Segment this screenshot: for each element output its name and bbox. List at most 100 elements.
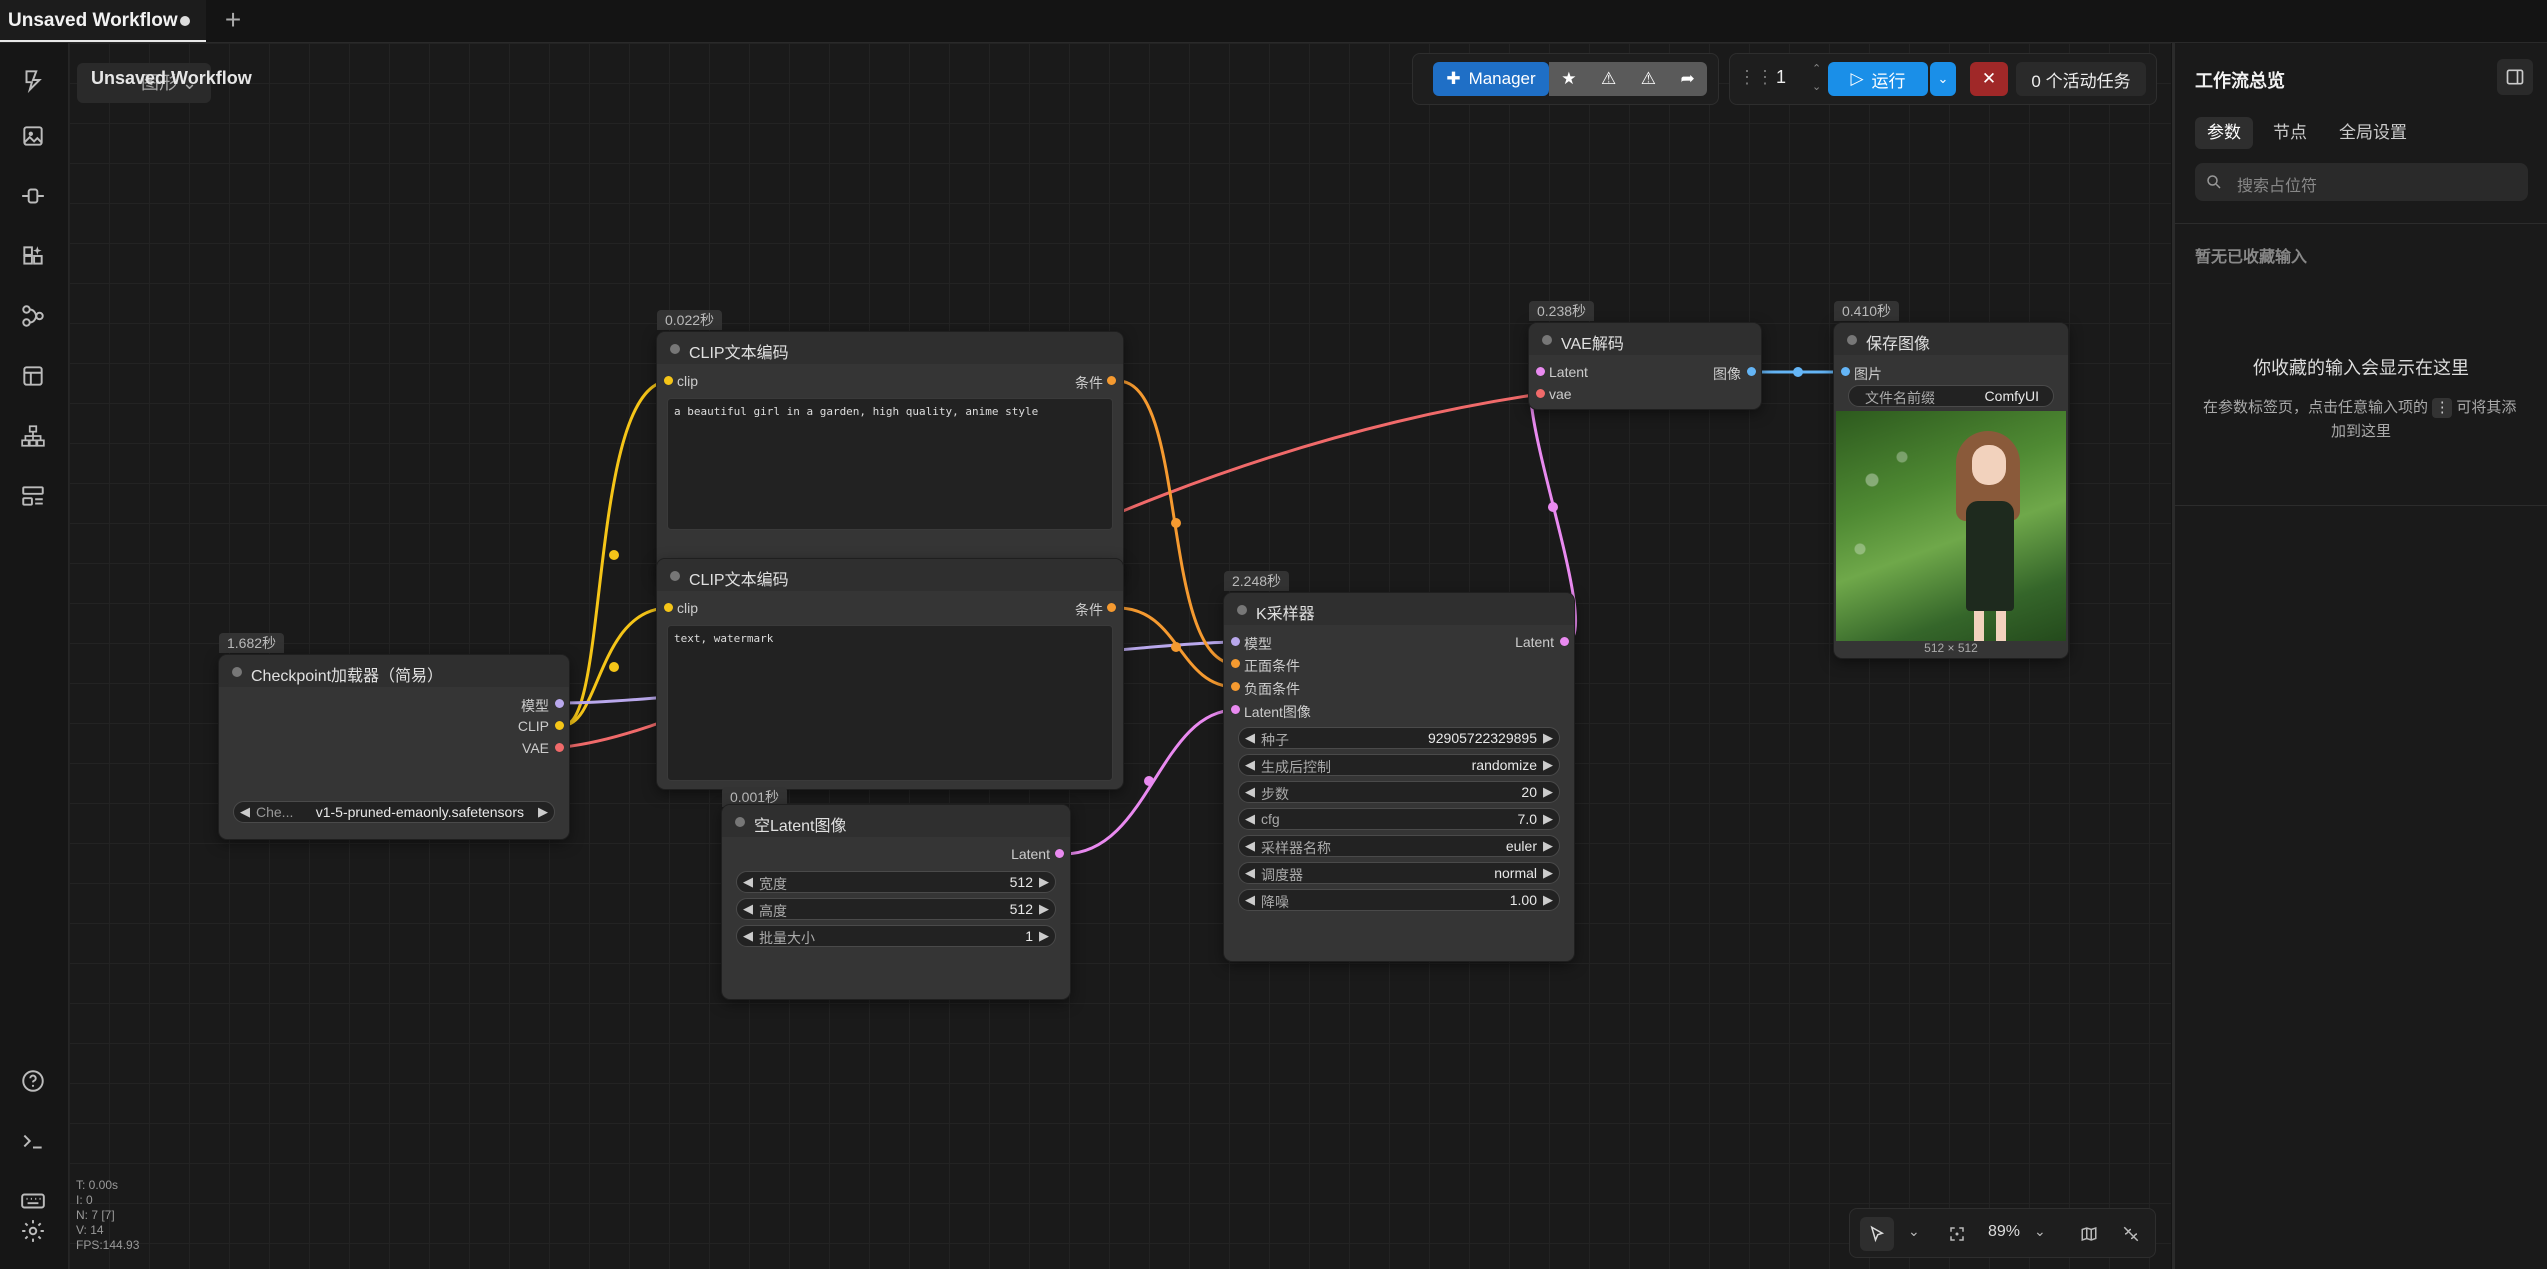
node-header[interactable]: K采样器: [1224, 593, 1574, 625]
decrement-arrow-icon[interactable]: ◀: [1245, 728, 1255, 748]
node-library-icon[interactable]: [18, 241, 48, 271]
input-slot-vae[interactable]: [1536, 389, 1545, 398]
prompt-textarea[interactable]: a beautiful girl in a garden, high quali…: [667, 398, 1113, 530]
width-widget[interactable]: ◀ 宽度 512 ▶: [736, 871, 1056, 893]
prompt-textarea[interactable]: text, watermark: [667, 625, 1113, 781]
graph-canvas[interactable]: ..........图形 ⌄ Unsaved Workflow 0.022秒 C…: [69, 43, 2171, 1269]
node-header[interactable]: Checkpoint加载器（简易）: [219, 655, 569, 687]
input-slot-latent[interactable]: [1536, 367, 1545, 376]
node-clip-text-encode-positive[interactable]: CLIP文本编码 clip 条件 a beautiful girl in a g…: [657, 332, 1123, 578]
increment-arrow-icon[interactable]: ▶: [1543, 809, 1553, 829]
seed-widget[interactable]: ◀ 种子 92905722329895 ▶: [1238, 727, 1560, 749]
layout-icon[interactable]: [18, 481, 48, 511]
mode-dropdown-icon[interactable]: ⌄: [1908, 1223, 1920, 1240]
node-collapse-toggle[interactable]: [670, 344, 680, 354]
output-slot-conditioning[interactable]: [1107, 376, 1116, 385]
node-checkpoint-loader[interactable]: Checkpoint加载器（简易） 模型 CLIP VAE ◀ Che... v…: [219, 655, 569, 839]
batch-count-input[interactable]: 1: [1776, 67, 1786, 88]
link-midpoint[interactable]: [1793, 367, 1803, 377]
link-midpoint[interactable]: [1144, 776, 1154, 786]
decrement-arrow-icon[interactable]: ◀: [240, 802, 250, 822]
sampler-name-widget[interactable]: ◀ 采样器名称 euler ▶: [1238, 835, 1560, 857]
control-after-generate-widget[interactable]: ◀ 生成后控制 randomize ▶: [1238, 754, 1560, 776]
zoom-level[interactable]: 89%: [1988, 1223, 2020, 1241]
denoise-widget[interactable]: ◀ 降噪 1.00 ▶: [1238, 889, 1560, 911]
input-slot-clip[interactable]: [664, 376, 673, 385]
hide-links-icon[interactable]: [2122, 1225, 2140, 1243]
decrement-arrow-icon[interactable]: ◀: [1245, 755, 1255, 775]
fit-view-icon[interactable]: [1948, 1225, 1966, 1243]
input-slot-latent[interactable]: [1231, 705, 1240, 714]
increment-arrow-icon[interactable]: ▶: [1543, 863, 1553, 883]
hierarchy-icon[interactable]: [18, 421, 48, 451]
keyboard-icon[interactable]: [18, 1186, 48, 1216]
generated-image-preview[interactable]: [1836, 411, 2066, 641]
increment-arrow-icon[interactable]: ▶: [1039, 899, 1049, 919]
node-collapse-toggle[interactable]: [1542, 335, 1552, 345]
decrement-arrow-icon[interactable]: ◀: [1245, 863, 1255, 883]
height-widget[interactable]: ◀ 高度 512 ▶: [736, 898, 1056, 920]
drag-handle-icon[interactable]: ⋮⋮: [1738, 67, 1774, 88]
help-icon[interactable]: [18, 1066, 48, 1096]
increment-arrow-icon[interactable]: ▶: [1543, 755, 1553, 775]
input-slot-positive[interactable]: [1231, 659, 1240, 668]
batch-size-widget[interactable]: ◀ 批量大小 1 ▶: [736, 925, 1056, 947]
link-midpoint[interactable]: [1171, 642, 1181, 652]
settings-gear-icon[interactable]: [18, 1216, 48, 1246]
decrement-arrow-icon[interactable]: ◀: [743, 872, 753, 892]
star-icon[interactable]: ★: [1561, 69, 1576, 89]
run-options-dropdown[interactable]: ⌄: [1930, 62, 1956, 96]
decrement-arrow-icon[interactable]: ◀: [1245, 782, 1255, 802]
share-icon[interactable]: ➦: [1681, 69, 1695, 89]
output-slot-image[interactable]: [1747, 367, 1756, 376]
node-collapse-toggle[interactable]: [1847, 335, 1857, 345]
batch-stepper-icon[interactable]: ⌃ ⌄: [1812, 60, 1821, 96]
minimap-icon[interactable]: [2080, 1225, 2098, 1243]
node-collapse-toggle[interactable]: [1237, 605, 1247, 615]
tab-parameters[interactable]: 参数: [2195, 117, 2253, 149]
decrement-arrow-icon[interactable]: ◀: [743, 899, 753, 919]
node-header[interactable]: 空Latent图像: [722, 805, 1070, 837]
increment-arrow-icon[interactable]: ▶: [1039, 872, 1049, 892]
node-header[interactable]: CLIP文本编码: [657, 332, 1123, 364]
increment-arrow-icon[interactable]: ▶: [1543, 782, 1553, 802]
active-tasks-button[interactable]: 0 个活动任务: [2016, 62, 2146, 96]
decrement-arrow-icon[interactable]: ◀: [1245, 836, 1255, 856]
output-slot-clip[interactable]: [555, 721, 564, 730]
panel-toggle-button[interactable]: [2497, 59, 2533, 95]
link-midpoint[interactable]: [1548, 502, 1558, 512]
models-icon[interactable]: [18, 181, 48, 211]
model-icon[interactable]: ⚠: [1601, 69, 1616, 89]
checkpoint-select[interactable]: ◀ Che... v1-5-pruned-emaonly.safetensors…: [233, 801, 555, 823]
zoom-dropdown-icon[interactable]: ⌄: [2034, 1223, 2046, 1240]
node-empty-latent-image[interactable]: 空Latent图像 Latent ◀ 宽度 512 ▶ ◀ 高度 512 ▶ ◀…: [722, 805, 1070, 999]
output-slot-latent[interactable]: [1055, 849, 1064, 858]
filename-prefix-widget[interactable]: 文件名前缀 ComfyUI: [1848, 385, 2054, 407]
logo-icon[interactable]: [18, 65, 48, 95]
new-tab-button[interactable]: +: [218, 6, 248, 36]
link-midpoint[interactable]: [609, 550, 619, 560]
input-slot-clip[interactable]: [664, 603, 673, 612]
scheduler-widget[interactable]: ◀ 调度器 normal ▶: [1238, 862, 1560, 884]
terminal-icon[interactable]: [18, 1126, 48, 1156]
run-button[interactable]: ▷ 运行: [1828, 62, 1928, 96]
stop-button[interactable]: ✕: [1970, 62, 2008, 96]
input-slot-negative[interactable]: [1231, 682, 1240, 691]
workflows-icon[interactable]: [18, 301, 48, 331]
node-collapse-toggle[interactable]: [670, 571, 680, 581]
search-input[interactable]: 搜索占位符: [2195, 163, 2528, 201]
model-alt-icon[interactable]: ⚠: [1641, 69, 1656, 89]
tab-nodes[interactable]: 节点: [2261, 117, 2319, 149]
link-midpoint[interactable]: [1171, 518, 1181, 528]
manager-button[interactable]: ✚ Manager: [1433, 62, 1549, 96]
increment-arrow-icon[interactable]: ▶: [1039, 926, 1049, 946]
output-slot-model[interactable]: [555, 699, 564, 708]
node-collapse-toggle[interactable]: [232, 667, 242, 677]
node-header[interactable]: 保存图像: [1834, 323, 2068, 355]
decrement-arrow-icon[interactable]: ◀: [1245, 809, 1255, 829]
select-mode-button[interactable]: [1860, 1217, 1894, 1251]
node-vae-decode[interactable]: VAE解码 Latent vae 图像: [1529, 323, 1761, 409]
templates-icon[interactable]: [18, 361, 48, 391]
output-slot-conditioning[interactable]: [1107, 603, 1116, 612]
decrement-arrow-icon[interactable]: ◀: [743, 926, 753, 946]
